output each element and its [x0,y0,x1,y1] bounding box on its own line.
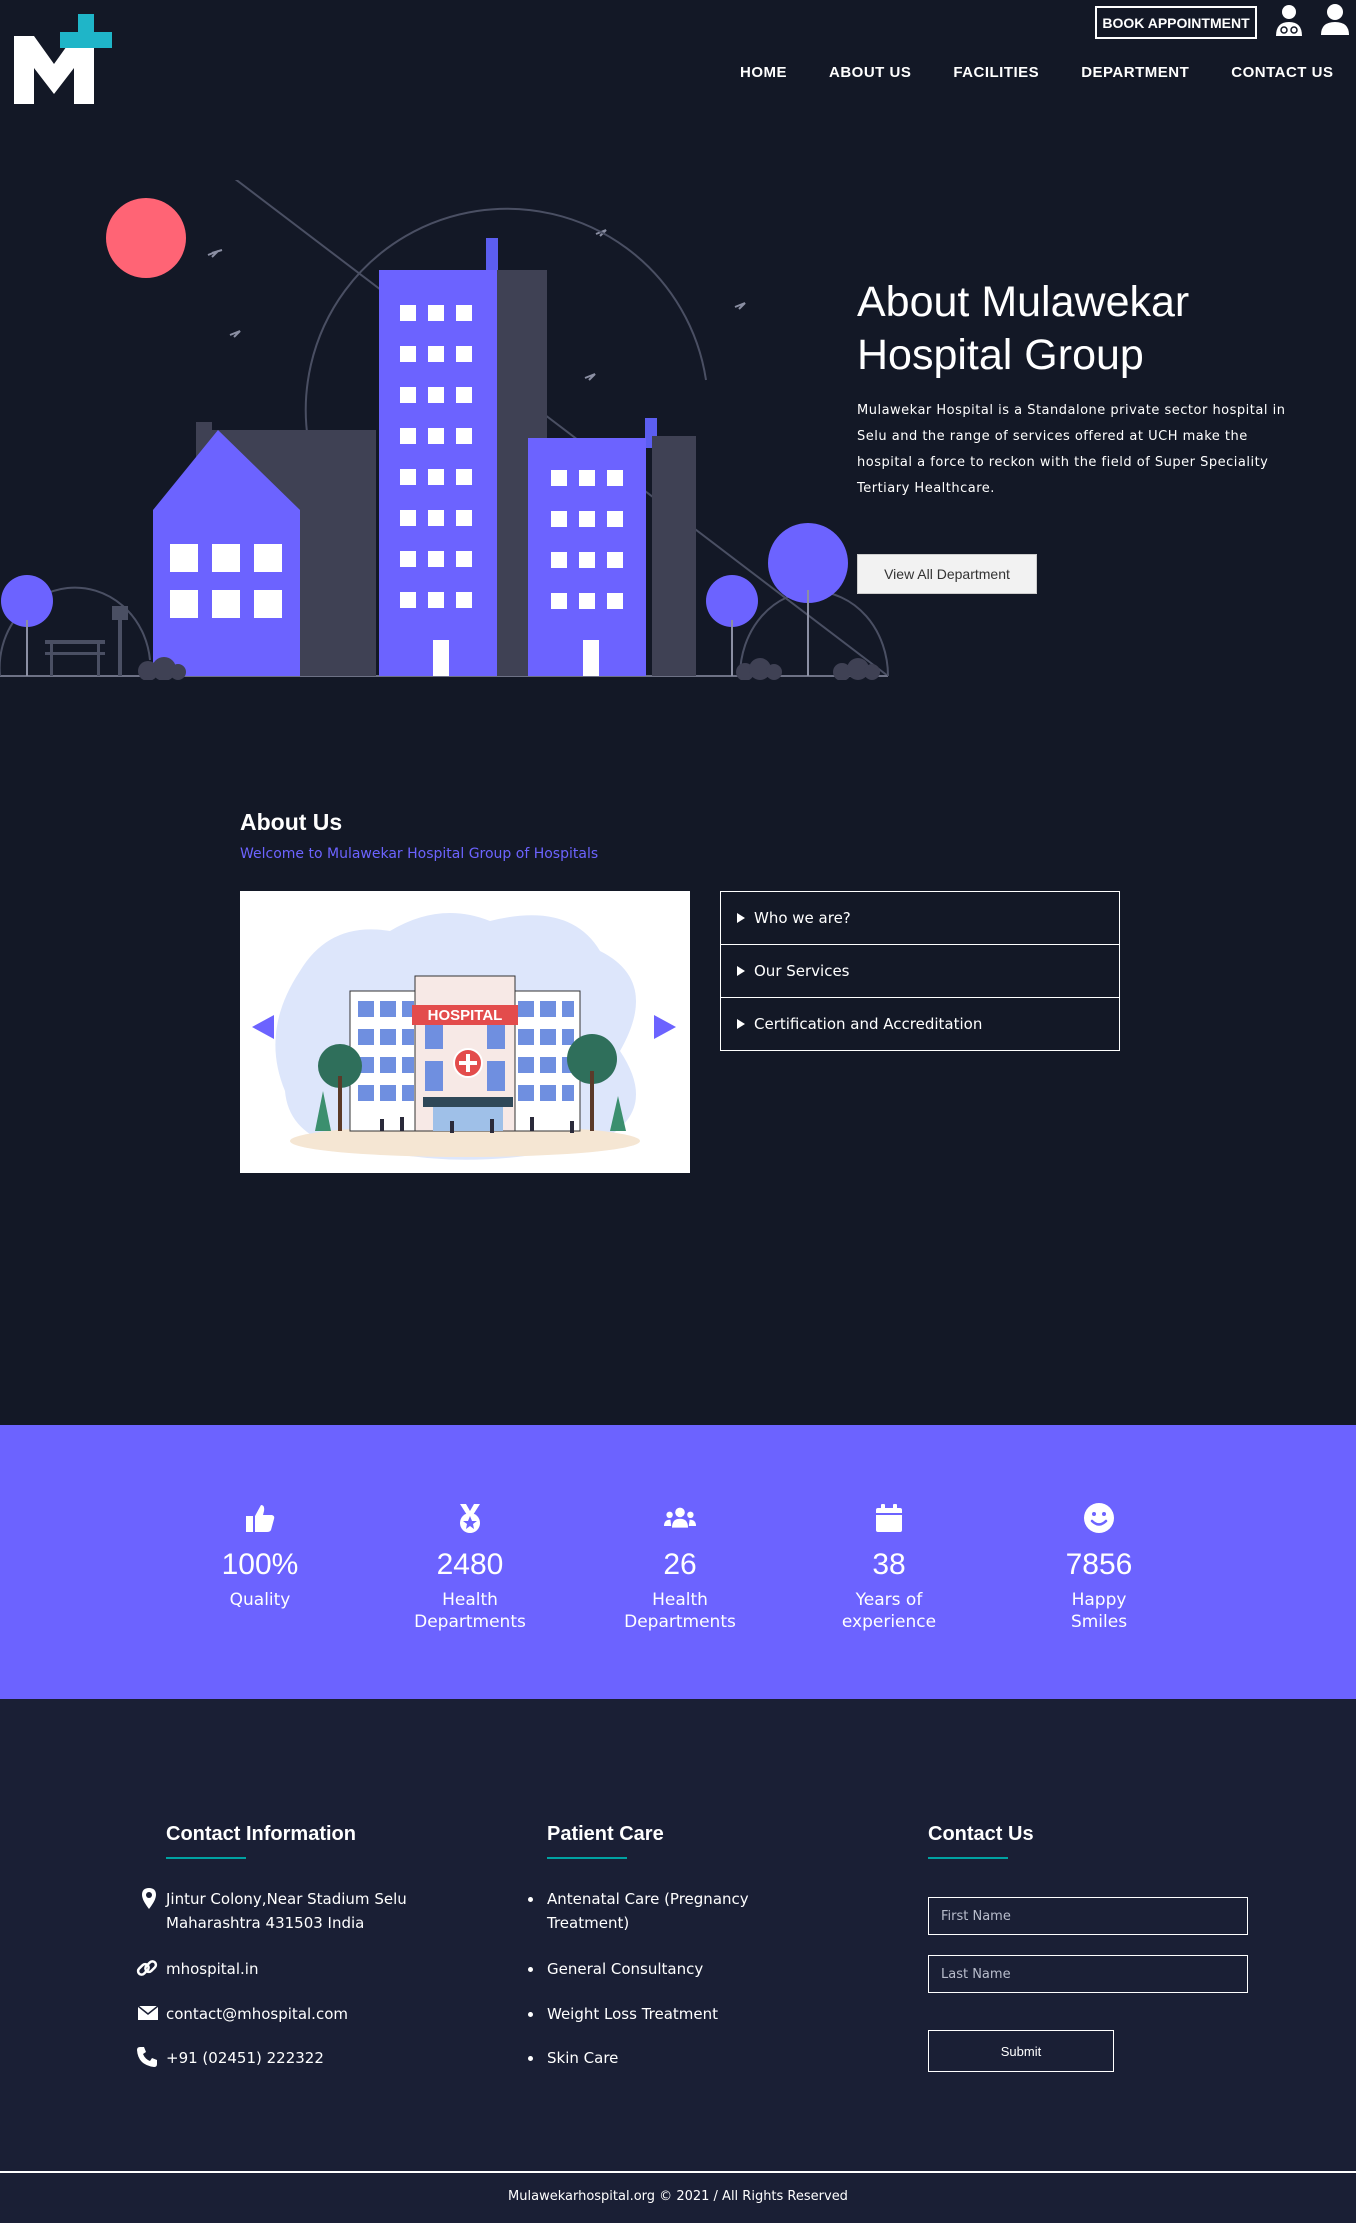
stat-value: 26 [663,1548,697,1581]
care-item-general[interactable]: General Consultancy [547,1957,703,1981]
hero-title-line2: Hospital Group [857,331,1144,379]
accordion-label: Who we are? [754,909,851,927]
accordion-certification[interactable]: Certification and Accreditation [720,997,1120,1051]
about-subtitle: Welcome to Mulawekar Hospital Group of H… [240,846,599,862]
doctor-icon[interactable] [1274,4,1304,36]
nav-department[interactable]: DEPARTMENT [1081,64,1189,81]
bullet [528,1897,533,1902]
footer-divider [0,2171,1356,2173]
envelope-icon [137,2005,159,2020]
nav-home[interactable]: HOME [740,64,787,81]
submit-button[interactable]: Submit [928,2030,1114,2072]
email-link[interactable]: contact@mhospital.com [166,2002,348,2026]
hero-city-illustration [0,180,889,680]
phone-number[interactable]: +91 (02451) 222322 [166,2046,324,2070]
view-all-department-button[interactable]: View All Department [857,554,1037,594]
medal-icon [460,1504,480,1533]
stats-band: 100% Quality 2480 Health Departments 26 H… [0,1425,1356,1699]
last-name-input[interactable] [928,1955,1248,1993]
nav-facilities[interactable]: FACILITIES [953,64,1039,81]
contact-info-title: Contact Information [166,1823,356,1845]
link-icon [136,1960,158,1976]
patient-care-title: Patient Care [547,1823,664,1845]
stat-value: 38 [872,1548,906,1581]
nav-about-us[interactable]: ABOUT US [829,64,911,81]
hero-title-line1: About Mulawekar [857,278,1190,326]
caret-right-icon [737,1019,745,1029]
calendar-icon [876,1504,902,1532]
heading-underline [166,1857,246,1859]
hero-title: About Mulawekar Hospital Group [857,276,1297,382]
stat-label: Quality [229,1590,291,1610]
image-slider: HOSPITAL [240,891,690,1173]
slider-next-arrow[interactable] [654,1015,676,1039]
contact-us-title: Contact Us [928,1823,1034,1845]
heading-underline [547,1857,627,1859]
accordion-our-services[interactable]: Our Services [720,944,1120,998]
stat-value: 7856 [1065,1548,1133,1581]
book-appointment-button[interactable]: BOOK APPOINTMENT [1095,6,1257,39]
copyright: Mulawekarhospital.org © 2021 / All Right… [508,2189,848,2204]
about-title: About Us [240,809,343,835]
care-item-antenatal[interactable]: Antenatal Care (Pregnancy Treatment) [547,1887,749,1935]
hospital-illustration: HOSPITAL [275,913,640,1160]
accordion-label: Certification and Accreditation [754,1015,983,1033]
phone-icon [137,2047,157,2067]
users-icon [664,1507,696,1528]
caret-right-icon [737,966,745,976]
first-name-input[interactable] [928,1897,1248,1935]
bullet [528,2012,533,2017]
nav-contact-us[interactable]: CONTACT US [1231,64,1333,81]
stat-label: Years of experience [841,1590,937,1632]
bullet [528,2056,533,2061]
bullet [528,1967,533,1972]
heading-underline [928,1857,1008,1859]
slider-prev-arrow[interactable] [252,1015,274,1039]
about-accordion: Who we are? Our Services Certification a… [720,891,1120,1051]
hero-description: Mulawekar Hospital is a Standalone priva… [857,403,1286,496]
stat-value: 100% [221,1548,299,1581]
user-icon[interactable] [1320,3,1350,35]
smile-icon [1084,1503,1114,1533]
logo[interactable] [12,12,118,107]
address-line1: Jintur Colony,Near Stadium Selu [166,1890,407,1908]
website-link[interactable]: mhospital.in [166,1957,258,1981]
hospital-sign: HOSPITAL [428,1007,503,1024]
stat-label: Health Departments [624,1590,736,1632]
care-item-skin[interactable]: Skin Care [547,2046,618,2070]
stat-value: 2480 [436,1548,504,1581]
main-nav: HOME ABOUT US FACILITIES DEPARTMENT CONT… [740,64,1333,81]
accordion-who-we-are[interactable]: Who we are? [720,891,1120,945]
address: Jintur Colony,Near Stadium Selu Maharash… [166,1887,407,1935]
caret-right-icon [737,913,745,923]
care-item-weight-loss[interactable]: Weight Loss Treatment [547,2002,718,2026]
address-line2: Maharashtra 431503 India [166,1914,365,1932]
stat-label: Health Departments [414,1590,526,1632]
map-pin-icon [142,1888,156,1909]
accordion-label: Our Services [754,962,850,980]
thumbs-up-icon [246,1505,275,1532]
stat-label: Happy Smiles [1070,1590,1128,1632]
